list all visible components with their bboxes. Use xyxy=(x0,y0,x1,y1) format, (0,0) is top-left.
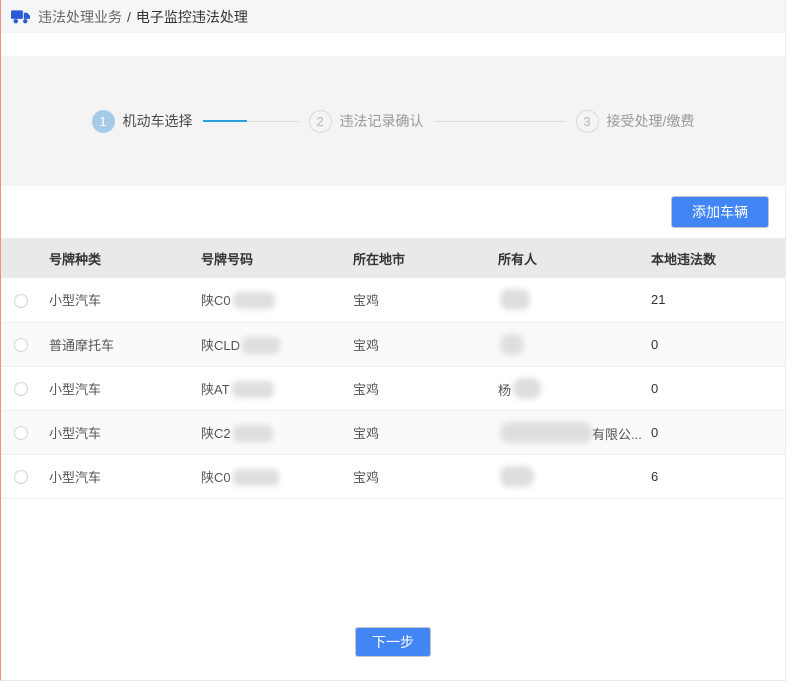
progress-line-todo xyxy=(247,121,299,122)
table-row: 小型汽车 陕C2 宝鸡 有限公... 0 xyxy=(1,410,786,454)
plate-type-cell: 小型汽车 xyxy=(41,278,193,322)
redacted-blur xyxy=(500,289,530,310)
progress-line-done xyxy=(203,120,247,122)
step-connector-1 xyxy=(203,120,299,122)
progress-line-todo xyxy=(434,121,566,122)
plate-number-cell: 陕C2 xyxy=(193,410,345,454)
table-toolbar: 添加车辆 xyxy=(1,186,785,238)
table-row: 小型汽车 陕C0 宝鸡 21 xyxy=(1,278,786,322)
truck-icon xyxy=(11,10,30,24)
step-1-label: 机动车选择 xyxy=(123,111,193,131)
column-plate-number: 号牌号码 xyxy=(193,238,345,278)
table-row: 普通摩托车 陕CLD 宝鸡 0 xyxy=(1,322,786,366)
plate-prefix: 陕C2 xyxy=(201,426,231,441)
redacted-blur xyxy=(233,292,275,309)
column-local-violations: 本地违法数 xyxy=(643,238,786,278)
stepper: 1 机动车选择 2 违法记录确认 3 接受处理/缴费 xyxy=(1,56,785,186)
redacted-blur xyxy=(233,469,279,486)
city-cell: 宝鸡 xyxy=(345,454,490,498)
owner-cell xyxy=(490,454,643,498)
plate-number-cell: 陕C0 xyxy=(193,454,345,498)
breadcrumb: 违法处理业务 / 电子监控违法处理 xyxy=(1,0,785,33)
redacted-blur xyxy=(500,334,524,355)
step-accept-payment: 3 接受处理/缴费 xyxy=(576,110,695,133)
step-3-label: 接受处理/缴费 xyxy=(607,111,695,131)
city-cell: 宝鸡 xyxy=(345,278,490,322)
bottom-actions: 下一步 xyxy=(1,627,785,657)
city-cell: 宝鸡 xyxy=(345,366,490,410)
plate-prefix: 陕C0 xyxy=(201,293,231,308)
step-2-label: 违法记录确认 xyxy=(340,111,424,131)
header-radio-spacer xyxy=(1,238,41,278)
owner-cell: 杨 xyxy=(490,366,643,410)
plate-type-cell: 普通摩托车 xyxy=(41,322,193,366)
step-vehicle-selection: 1 机动车选择 xyxy=(92,110,193,133)
plate-type-cell: 小型汽车 xyxy=(41,454,193,498)
violations-cell: 0 xyxy=(643,322,786,366)
redacted-blur xyxy=(500,422,592,443)
column-owner: 所有人 xyxy=(490,238,643,278)
plate-number-cell: 陕AT xyxy=(193,366,345,410)
violations-cell: 21 xyxy=(643,278,786,322)
vehicle-radio[interactable] xyxy=(14,294,28,308)
step-connector-2 xyxy=(434,121,566,122)
redacted-blur xyxy=(513,378,541,399)
owner-cell xyxy=(490,278,643,322)
table-row: 小型汽车 陕AT 宝鸡 杨 0 xyxy=(1,366,786,410)
step-record-confirmation: 2 违法记录确认 xyxy=(309,110,424,133)
violations-cell: 6 xyxy=(643,454,786,498)
breadcrumb-section[interactable]: 违法处理业务 xyxy=(38,7,122,27)
column-city: 所在地市 xyxy=(345,238,490,278)
vehicle-radio[interactable] xyxy=(14,338,28,352)
next-step-button[interactable]: 下一步 xyxy=(355,627,431,657)
plate-prefix: 陕CLD xyxy=(201,338,240,353)
redacted-blur xyxy=(232,381,274,398)
plate-prefix: 陕C0 xyxy=(201,470,231,485)
violations-cell: 0 xyxy=(643,366,786,410)
step-2-badge: 2 xyxy=(309,110,332,133)
table-row: 小型汽车 陕C0 宝鸡 6 xyxy=(1,454,786,498)
redacted-blur xyxy=(233,425,273,442)
plate-type-cell: 小型汽车 xyxy=(41,410,193,454)
redacted-blur xyxy=(242,337,280,354)
vehicle-radio[interactable] xyxy=(14,426,28,440)
plate-prefix: 陕AT xyxy=(201,382,230,397)
owner-cell xyxy=(490,322,643,366)
breadcrumb-separator: / xyxy=(127,9,131,25)
redacted-blur xyxy=(500,466,534,487)
table-header-row: 号牌种类 号牌号码 所在地市 所有人 本地违法数 xyxy=(1,238,786,278)
plate-number-cell: 陕C0 xyxy=(193,278,345,322)
plate-type-cell: 小型汽车 xyxy=(41,366,193,410)
vehicle-radio[interactable] xyxy=(14,470,28,484)
step-3-badge: 3 xyxy=(576,110,599,133)
owner-prefix: 杨 xyxy=(498,383,511,398)
plate-number-cell: 陕CLD xyxy=(193,322,345,366)
city-cell: 宝鸡 xyxy=(345,322,490,366)
vehicle-radio[interactable] xyxy=(14,382,28,396)
violation-processing-page: 违法处理业务 / 电子监控违法处理 1 机动车选择 2 违法记录确认 3 接受处… xyxy=(0,0,786,681)
owner-cell: 有限公... xyxy=(490,410,643,454)
city-cell: 宝鸡 xyxy=(345,410,490,454)
vehicle-table: 号牌种类 号牌号码 所在地市 所有人 本地违法数 小型汽车 陕C0 宝鸡 21 … xyxy=(1,238,786,499)
add-vehicle-button[interactable]: 添加车辆 xyxy=(671,196,769,228)
step-1-badge: 1 xyxy=(92,110,115,133)
breadcrumb-current: 电子监控违法处理 xyxy=(136,7,248,27)
violations-cell: 0 xyxy=(643,410,786,454)
owner-suffix: 有限公... xyxy=(592,427,642,442)
column-plate-type: 号牌种类 xyxy=(41,238,193,278)
